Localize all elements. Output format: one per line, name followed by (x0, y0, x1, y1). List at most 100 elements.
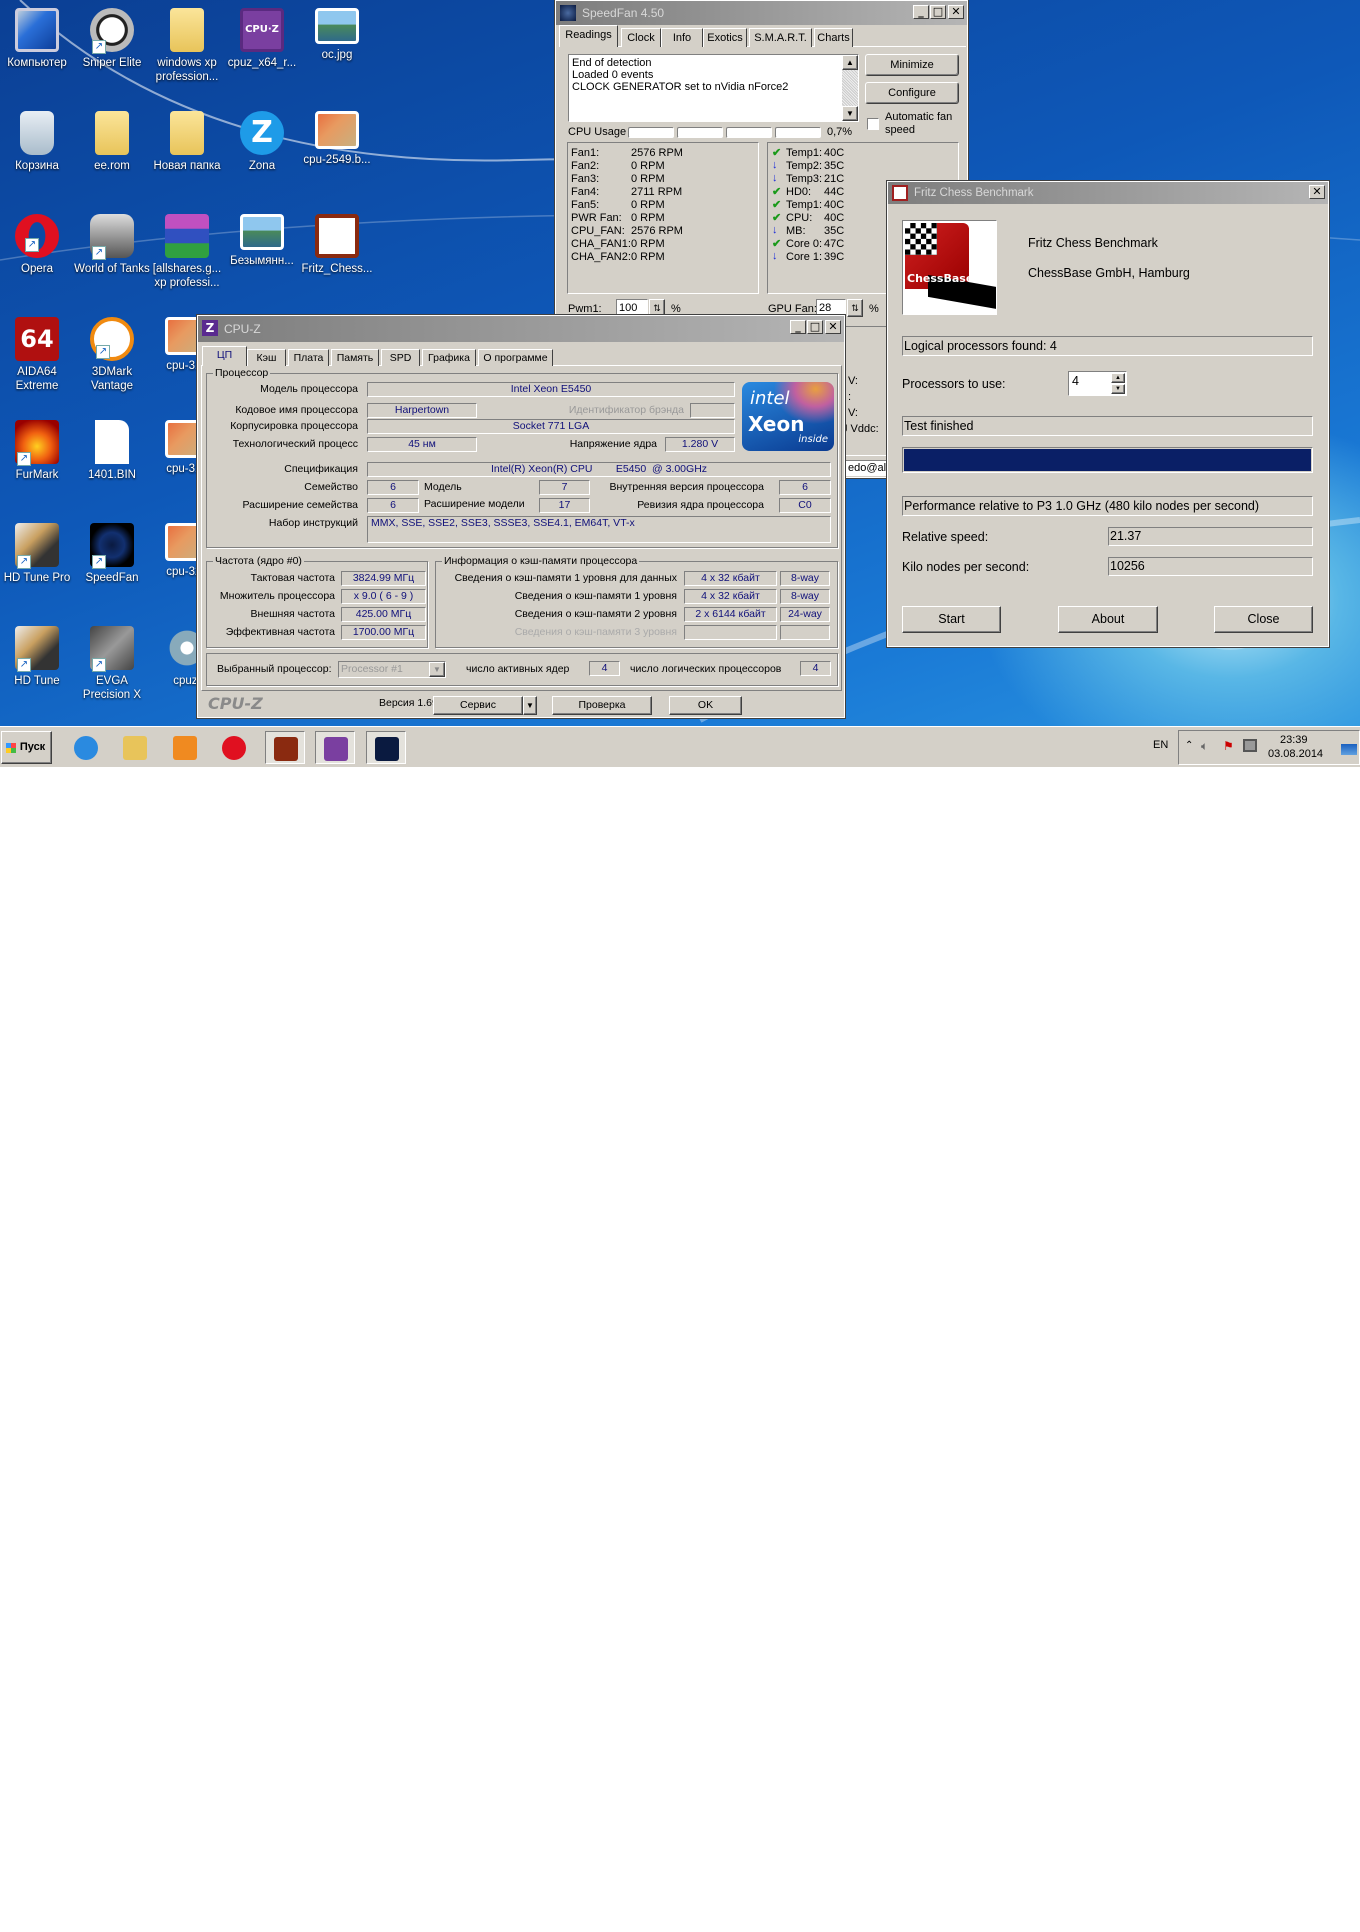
scroll-down-icon[interactable]: ▼ (842, 106, 858, 121)
desktop-icon[interactable]: ee.rom (74, 111, 150, 173)
tab-2[interactable]: Плата (288, 349, 329, 366)
start-button[interactable]: Start (902, 606, 1001, 633)
taskbar-app-speedfan[interactable] (366, 731, 406, 764)
desktop-icon[interactable]: Безымянн... (224, 214, 300, 268)
configure-button[interactable]: Configure (865, 82, 959, 104)
desktop-icon[interactable]: [allshares.g... xp professi... (149, 214, 225, 290)
scroll-up-icon[interactable]: ▲ (842, 55, 858, 70)
taskbar-app-fritz-chess[interactable] (265, 731, 305, 764)
action-center-flag-icon[interactable]: ⚑ (1223, 739, 1234, 753)
show-hidden-icons-chevron-icon[interactable]: ⌃ (1185, 740, 1193, 751)
tab-clock[interactable]: Clock (621, 28, 661, 47)
desktop-icon[interactable]: ↗ EVGA Precision X (74, 626, 150, 702)
fan-speed: 2576 RPM (631, 147, 683, 159)
tab-1[interactable]: Кэш (247, 349, 286, 366)
desktop-icon[interactable]: 1401.BIN (74, 420, 150, 482)
taskbar-app-cpu-z[interactable] (315, 731, 355, 764)
close-window-button[interactable]: ✕ (1309, 185, 1325, 199)
tab-3[interactable]: Память (331, 349, 379, 366)
temp-name: Temp1: (786, 147, 823, 159)
cpu-usage-label: CPU Usage (568, 126, 627, 138)
spin-up-icon[interactable]: ▲ (1111, 373, 1125, 383)
spin-down-icon[interactable]: ▼ (1111, 384, 1125, 394)
tab-info[interactable]: Info (661, 28, 703, 47)
show-desktop-icon[interactable] (1341, 744, 1357, 755)
speedfan-titlebar[interactable]: SpeedFan 4.50 _ □ ✕ (556, 1, 967, 25)
minimize-button[interactable]: Minimize (865, 54, 959, 76)
desktop-icon-label: 1401.BIN (88, 469, 136, 481)
close-button[interactable]: Close (1214, 606, 1313, 633)
clock-date[interactable]: 03.08.2014 (1268, 748, 1323, 760)
ok-button[interactable]: OK (669, 696, 742, 715)
language-indicator[interactable]: EN (1153, 739, 1168, 751)
status-text: Test finished (902, 416, 1313, 436)
fritz-titlebar[interactable]: Fritz Chess Benchmark ✕ (888, 182, 1328, 204)
tab-smart[interactable]: S.M.A.R.T. (749, 28, 812, 47)
desktop-icon[interactable]: ↗ Opera (0, 214, 75, 276)
maximize-window-button[interactable]: □ (930, 5, 946, 19)
desktop-icon[interactable]: ↗ HD Tune Pro (0, 523, 75, 585)
desktop-icon[interactable]: windows xp profession... (149, 8, 225, 84)
desktop-icon[interactable]: Новая папка (149, 111, 225, 173)
desktop-icon[interactable]: ↗ FurMark (0, 420, 75, 482)
desktop-icon[interactable]: oc.jpg (299, 8, 375, 62)
image-icon (315, 8, 359, 44)
tab-4[interactable]: SPD (381, 349, 420, 366)
desktop-icon[interactable]: Fritz_Chess... (299, 214, 375, 276)
desktop-icon[interactable]: ↗ HD Tune (0, 626, 75, 688)
close-window-button[interactable]: ✕ (948, 5, 964, 19)
tools-button[interactable]: Сервис (433, 696, 523, 715)
validate-button[interactable]: Проверка (552, 696, 652, 715)
taskbar-app-internet-explorer[interactable] (66, 731, 106, 764)
desktop-icon[interactable]: ↗ Sniper Elite (74, 8, 150, 70)
app-name: Fritz Chess Benchmark (1028, 236, 1158, 250)
temp-value: 39C (824, 251, 845, 263)
cpuz-titlebar[interactable]: Z CPU-Z _ □ ✕ (198, 316, 844, 342)
minimize-window-button[interactable]: _ (913, 5, 929, 19)
taskbar-app-explorer[interactable] (115, 731, 155, 764)
tab-readings[interactable]: Readings (559, 25, 618, 47)
log-line: Loaded 0 events (572, 69, 654, 81)
tab-6[interactable]: О программе (478, 349, 553, 366)
taskbar-app-opera[interactable] (214, 731, 254, 764)
shortcut-arrow-icon: ↗ (92, 555, 106, 569)
tab-0[interactable]: ЦП (202, 346, 247, 366)
desktop-icon[interactable]: Z Zona (224, 111, 300, 173)
network-icon[interactable] (1243, 739, 1257, 752)
minimize-window-button[interactable]: _ (790, 320, 806, 334)
log-scrollbar[interactable]: ▲ ▼ (842, 55, 858, 121)
volume-icon[interactable]: 🔈︎ (1201, 739, 1208, 754)
about-button[interactable]: About (1058, 606, 1158, 633)
tab-charts[interactable]: Charts (814, 28, 853, 47)
event-log[interactable]: End of detection Loaded 0 events CLOCK G… (568, 54, 859, 122)
close-window-button[interactable]: ✕ (825, 320, 841, 334)
tab-5[interactable]: Графика (422, 349, 476, 366)
fritz-icon (315, 214, 359, 258)
tab-exotics[interactable]: Exotics (703, 28, 747, 47)
start-button[interactable]: Пуск (1, 731, 52, 764)
cpu-usage-bar (726, 127, 772, 138)
temp-value: 44C (824, 186, 845, 198)
taskbar-app-media-player[interactable] (165, 731, 205, 764)
desktop-icon[interactable]: ↗ SpeedFan (74, 523, 150, 585)
desktop-icon[interactable]: Корзина (0, 111, 75, 173)
tools-dropdown-chevron-icon[interactable]: ▼ (523, 696, 537, 715)
desktop-icon[interactable]: ↗ World of Tanks (74, 214, 150, 276)
logical-processors-found: Logical processors found: 4 (902, 336, 1313, 356)
desktop-icon[interactable]: Компьютер (0, 8, 75, 70)
automatic-fan-speed-checkbox[interactable] (867, 118, 879, 130)
automatic-fan-speed-label: Automatic fan speed (885, 111, 953, 136)
gpu-fan-spinner-icon[interactable]: ⇅ (847, 299, 863, 317)
desktop-icon[interactable]: CPU·Z cpuz_x64_r... (224, 8, 300, 70)
desktop-icon[interactable]: ↗ 3DMark Vantage (74, 317, 150, 393)
clock-time[interactable]: 23:39 (1280, 734, 1308, 746)
tab-panel (201, 365, 842, 691)
desktop-icon-label: Новая папка (153, 160, 221, 172)
maximize-window-button[interactable]: □ (807, 320, 823, 334)
fan-icon: ↗ (90, 523, 134, 569)
desktop-icon[interactable]: cpu-2549.b... (299, 111, 375, 167)
desktop-icon[interactable]: 64 AIDA64 Extreme (0, 317, 75, 393)
chessboard-icon (905, 223, 937, 255)
desktop-icon-label: HD Tune (14, 675, 60, 687)
temp-name: Temp1: (786, 199, 823, 211)
